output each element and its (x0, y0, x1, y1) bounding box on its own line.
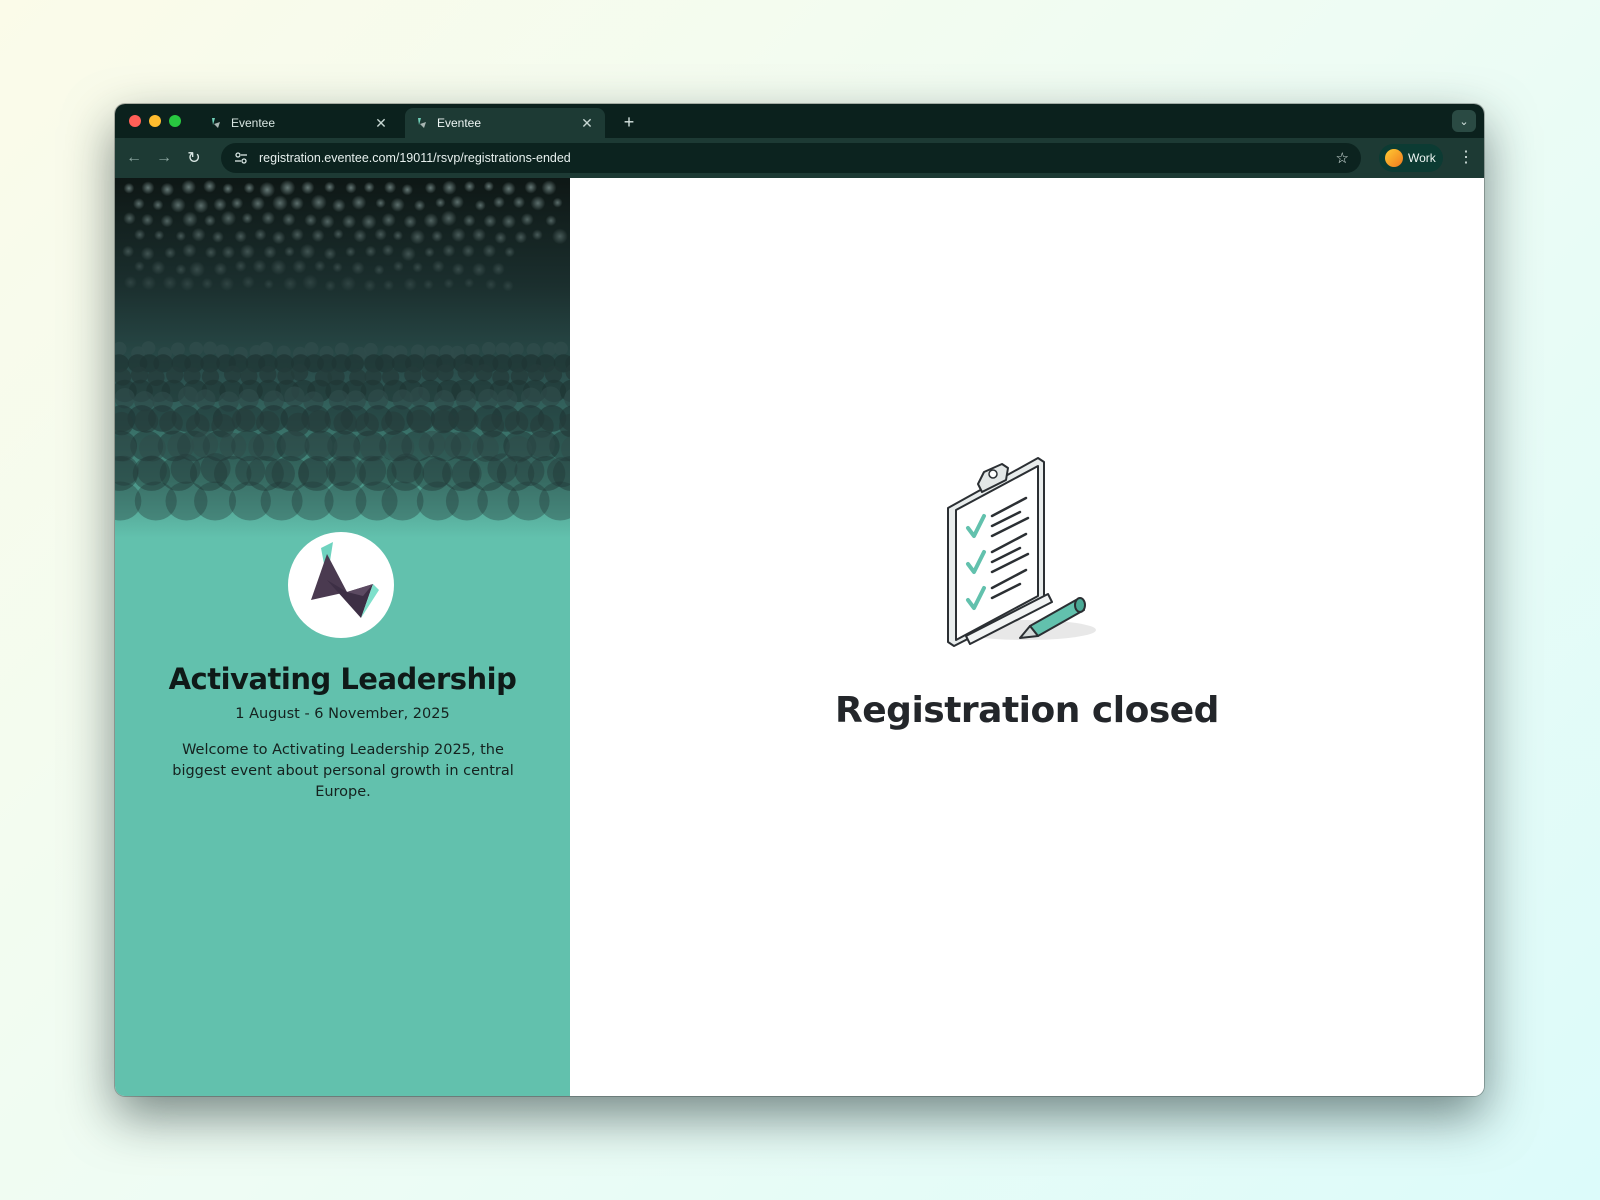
reload-button[interactable]: ↻ (179, 143, 209, 173)
audience-hero-image (115, 178, 570, 538)
tab-strip: Eventee ✕ Eventee ✕ + ⌄ (115, 104, 1484, 138)
tab-search-button[interactable]: ⌄ (1452, 110, 1476, 132)
arrow-right-icon: → (156, 149, 172, 166)
back-button[interactable]: ← (119, 143, 149, 173)
bookmark-star-icon[interactable]: ☆ (1336, 149, 1349, 167)
window-controls (129, 115, 181, 127)
eventee-favicon-icon (415, 116, 429, 130)
eventee-favicon-icon (209, 116, 223, 130)
new-tab-button[interactable]: + (619, 112, 639, 132)
page-content: Activating Leadership 1 August - 6 Novem… (115, 178, 1484, 1096)
tab-title: Eventee (231, 116, 276, 130)
chevron-down-icon: ⌄ (1459, 115, 1469, 128)
event-dates: 1 August - 6 November, 2025 (235, 706, 450, 722)
profile-avatar (1385, 149, 1403, 167)
registration-panel: Registration closed (570, 178, 1484, 1096)
browser-toolbar: ← → ↻ registration.eventee.com/19011/rsv… (115, 138, 1484, 178)
event-logo (288, 532, 394, 638)
registration-status-title: Registration closed (835, 690, 1219, 731)
browser-window: Eventee ✕ Eventee ✕ + ⌄ ← → ↻ registrati… (115, 104, 1484, 1096)
event-title: Activating Leadership (168, 662, 517, 696)
profile-button[interactable]: Work (1379, 144, 1443, 172)
reload-icon: ↻ (187, 150, 201, 167)
tab-title: Eventee (437, 116, 482, 130)
arrow-left-icon: ← (126, 149, 142, 166)
close-tab-icon[interactable]: ✕ (579, 115, 595, 131)
browser-menu-icon[interactable]: ⋮ (1456, 147, 1476, 167)
minimize-window-button[interactable] (149, 115, 161, 127)
close-tab-icon[interactable]: ✕ (373, 115, 389, 131)
browser-tab-2-active[interactable]: Eventee ✕ (405, 108, 605, 138)
event-sidebar: Activating Leadership 1 August - 6 Novem… (115, 178, 570, 1096)
clipboard-checklist-illustration (947, 457, 1096, 647)
close-window-button[interactable] (129, 115, 141, 127)
profile-name: Work (1408, 151, 1436, 165)
site-settings-icon[interactable] (233, 150, 249, 166)
event-description: Welcome to Activating Leadership 2025, t… (172, 742, 514, 800)
browser-tab-1[interactable]: Eventee ✕ (199, 108, 399, 138)
address-bar[interactable]: registration.eventee.com/19011/rsvp/regi… (221, 143, 1361, 173)
maximize-window-button[interactable] (169, 115, 181, 127)
forward-button[interactable]: → (149, 143, 179, 173)
url-text: registration.eventee.com/19011/rsvp/regi… (259, 151, 571, 165)
audience-photo (115, 179, 570, 521)
